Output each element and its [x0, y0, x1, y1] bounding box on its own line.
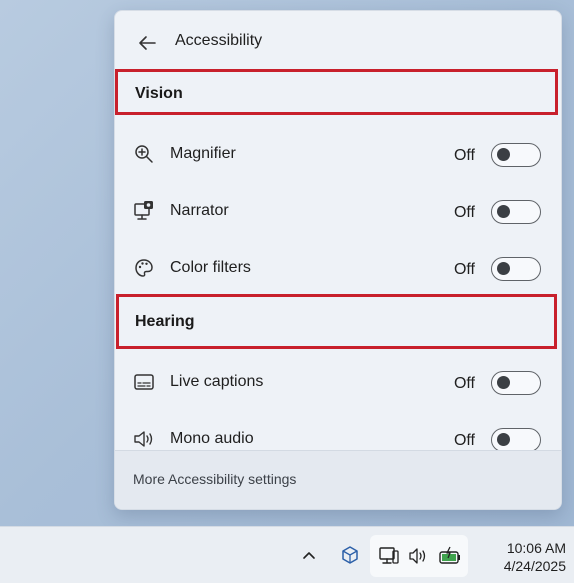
list-item-magnifier[interactable]: Magnifier Off: [115, 127, 561, 183]
volume-icon: [408, 547, 428, 570]
taskbar-clock[interactable]: 10:06 AM 4/24/2025: [504, 539, 566, 575]
magnifier-state: Off: [453, 147, 475, 164]
palette-icon: [133, 257, 155, 279]
chevron-up-icon: [303, 552, 315, 559]
toggle-knob: [497, 148, 510, 161]
section-hearing-label: Hearing: [135, 313, 195, 330]
toggle-knob: [497, 205, 510, 218]
list-item-color-filters[interactable]: Color filters Off: [115, 241, 561, 297]
narrator-label: Narrator: [170, 202, 229, 219]
captions-icon: [133, 371, 155, 393]
mono-audio-label: Mono audio: [170, 430, 254, 447]
mono-audio-state: Off: [453, 432, 475, 449]
color-filters-state: Off: [453, 261, 475, 278]
taskbar: 10:06 AM 4/24/2025: [0, 526, 574, 583]
list-item-live-captions[interactable]: Live captions Off: [115, 355, 561, 411]
flyout-footer: More Accessibility settings: [115, 450, 561, 509]
color-filters-toggle[interactable]: [491, 257, 541, 281]
narrator-toggle[interactable]: [491, 200, 541, 224]
more-accessibility-settings-link[interactable]: More Accessibility settings: [133, 471, 296, 487]
toggle-knob: [497, 433, 510, 446]
section-vision-header: Vision: [115, 71, 561, 117]
back-arrow-icon: [139, 36, 156, 50]
magnifier-toggle[interactable]: [491, 143, 541, 167]
app-tray-button[interactable]: [336, 541, 364, 569]
narrator-icon: [133, 200, 155, 222]
cube-app-icon: [342, 546, 358, 564]
quick-settings-button[interactable]: [370, 535, 468, 577]
flyout-header: Accessibility: [115, 11, 561, 71]
clock-time: 10:06 AM: [506, 540, 566, 556]
magnifier-icon: [133, 143, 155, 165]
section-vision-label: Vision: [135, 85, 183, 102]
narrator-state: Off: [453, 204, 475, 221]
mono-audio-icon: [133, 428, 155, 450]
show-hidden-icons-button[interactable]: [296, 541, 322, 569]
color-filters-label: Color filters: [170, 259, 251, 276]
live-captions-state: Off: [453, 375, 475, 392]
list-item-narrator[interactable]: Narrator Off: [115, 184, 561, 240]
back-button[interactable]: [133, 29, 161, 57]
flyout-title: Accessibility: [175, 32, 263, 49]
toggle-knob: [497, 262, 510, 275]
mono-audio-toggle[interactable]: [491, 428, 541, 452]
live-captions-label: Live captions: [170, 373, 264, 390]
accessibility-flyout: Accessibility Vision Magnifier Off Narra…: [114, 10, 562, 510]
toggle-knob: [497, 376, 510, 389]
section-hearing-header: Hearing: [115, 299, 561, 345]
clock-date: 4/24/2025: [503, 558, 566, 574]
battery-charging-icon: [438, 546, 462, 571]
live-captions-toggle[interactable]: [491, 371, 541, 395]
network-icon: [378, 545, 400, 572]
magnifier-label: Magnifier: [170, 145, 236, 162]
